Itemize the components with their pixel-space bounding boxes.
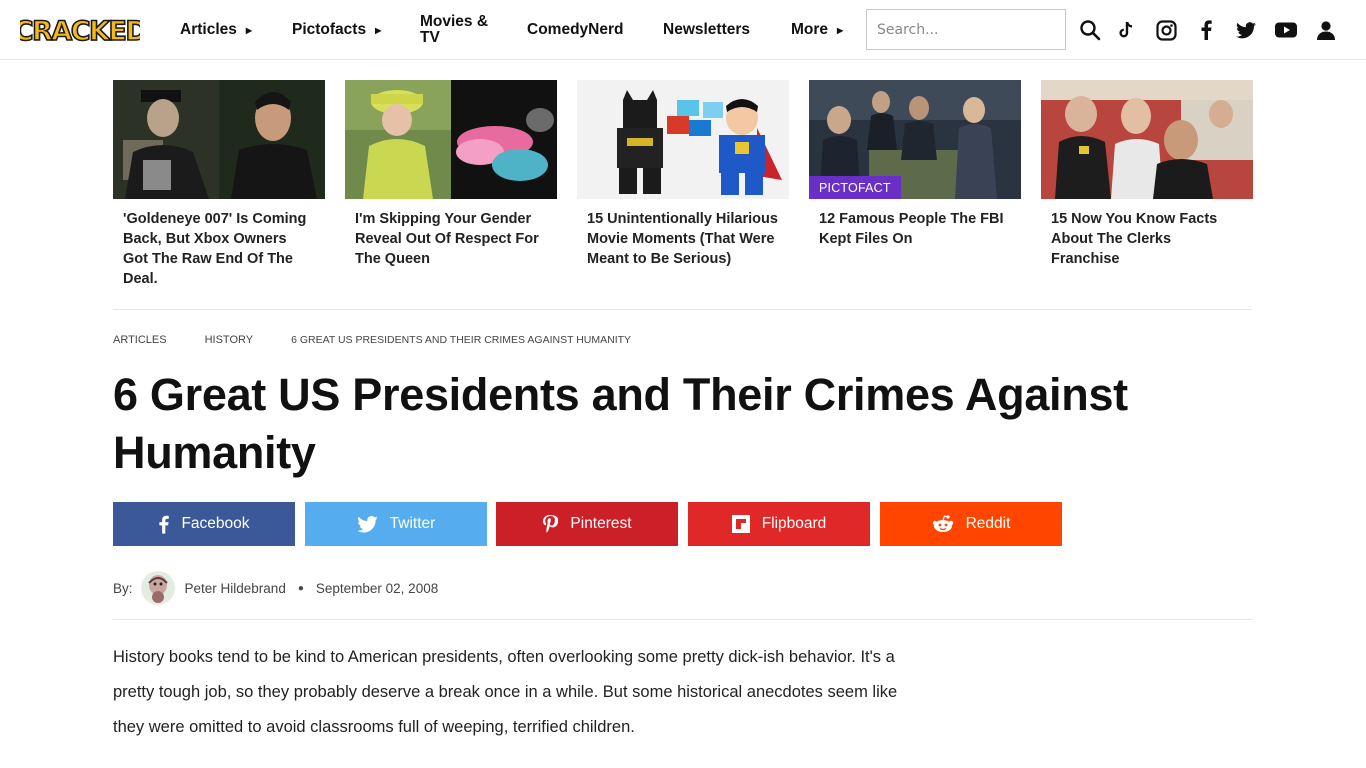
trending-card[interactable]: PICTOFACT 12 Famous People The FBI Kept … bbox=[809, 80, 1021, 249]
user-icon[interactable] bbox=[1314, 18, 1338, 42]
instagram-icon[interactable] bbox=[1154, 18, 1178, 42]
byline: By: Peter Hildebrand ● September 02, 200… bbox=[113, 570, 438, 606]
card-title[interactable]: I'm Skipping Your Gender Reveal Out Of R… bbox=[345, 199, 557, 269]
site-header: CRACKED Articles ▶ Pictofacts ▶ Movies & T… bbox=[0, 0, 1366, 60]
card-thumbnail-image bbox=[1041, 80, 1253, 199]
author-avatar[interactable] bbox=[140, 571, 175, 605]
nav-label: Articles bbox=[180, 21, 237, 38]
trending-card[interactable]: 15 Unintentionally Hilarious Movie Momen… bbox=[577, 80, 789, 269]
facebook-icon[interactable] bbox=[1194, 18, 1218, 42]
nav-movies-tv[interactable]: Movies & TV bbox=[420, 0, 492, 60]
youtube-icon[interactable] bbox=[1274, 18, 1298, 42]
nav-label: ComedyNerd bbox=[527, 21, 624, 38]
nav-label: Newsletters bbox=[663, 21, 751, 38]
twitter-icon[interactable] bbox=[1234, 18, 1258, 42]
reddit-icon bbox=[932, 515, 954, 533]
nav-label: Movies & TV bbox=[420, 13, 489, 46]
caret-right-icon: ▶ bbox=[375, 25, 382, 35]
nav-pictofacts[interactable]: Pictofacts ▶ bbox=[292, 0, 381, 60]
breadcrumb-articles[interactable]: ARTICLES bbox=[113, 334, 167, 346]
search-input[interactable] bbox=[866, 9, 1066, 50]
nav-comedynerd[interactable]: ComedyNerd bbox=[527, 0, 623, 60]
publish-date: September 02, 2008 bbox=[315, 580, 439, 596]
author-name[interactable]: Peter Hildebrand bbox=[185, 581, 286, 596]
trending-card[interactable]: 'Goldeneye 007' Is Coming Back, But Xbox… bbox=[113, 80, 325, 289]
share-label: Pinterest bbox=[570, 515, 632, 532]
share-facebook-button[interactable]: Facebook bbox=[113, 502, 295, 546]
divider bbox=[113, 619, 1252, 620]
share-reddit-button[interactable]: Reddit bbox=[880, 502, 1062, 546]
cracked-logo[interactable]: CRACKED bbox=[20, 12, 140, 46]
share-twitter-button[interactable]: Twitter bbox=[305, 502, 487, 546]
nav-label: Pictofacts bbox=[292, 21, 367, 38]
card-thumbnail-image bbox=[113, 80, 325, 199]
page-title: 6 Great US Presidents and Their Crimes A… bbox=[113, 369, 1128, 478]
share-label: Facebook bbox=[181, 515, 250, 532]
card-thumbnail-image bbox=[345, 80, 557, 199]
share-label: Twitter bbox=[389, 515, 436, 532]
share-label: Flipboard bbox=[761, 515, 827, 532]
caret-right-icon: ▶ bbox=[837, 25, 844, 35]
card-title[interactable]: 'Goldeneye 007' Is Coming Back, But Xbox… bbox=[113, 199, 325, 289]
share-flipboard-button[interactable]: Flipboard bbox=[688, 502, 870, 546]
svg-text:CRACKED: CRACKED bbox=[20, 16, 140, 46]
pinterest-icon bbox=[542, 514, 559, 534]
breadcrumb-current: 6 GREAT US PRESIDENTS AND THEIR CRIMES A… bbox=[291, 334, 632, 346]
twitter-icon bbox=[356, 515, 378, 533]
nav-more[interactable]: More ▶ bbox=[791, 0, 843, 60]
share-pinterest-button[interactable]: Pinterest bbox=[496, 502, 678, 546]
share-label: Reddit bbox=[965, 515, 1011, 532]
caret-right-icon: ▶ bbox=[245, 25, 253, 35]
divider bbox=[113, 309, 1252, 310]
cracked-logo-graphic: CRACKED bbox=[20, 15, 140, 46]
trending-card[interactable]: 15 Now You Know Facts About The Clerks F… bbox=[1041, 80, 1253, 269]
nav-articles[interactable]: Articles ▶ bbox=[180, 0, 252, 60]
facebook-icon bbox=[158, 515, 170, 534]
card-thumbnail-image bbox=[577, 80, 789, 199]
nav-newsletters[interactable]: Newsletters bbox=[663, 0, 750, 60]
nav-label: More bbox=[791, 21, 829, 38]
flipboard-icon bbox=[731, 515, 750, 533]
card-title[interactable]: 15 Unintentionally Hilarious Movie Momen… bbox=[577, 199, 789, 269]
breadcrumb-history[interactable]: HISTORY bbox=[205, 334, 254, 346]
breadcrumb: ARTICLES HISTORY 6 GREAT US PRESIDENTS A… bbox=[113, 333, 631, 347]
tiktok-icon[interactable] bbox=[1114, 18, 1138, 42]
search-icon[interactable] bbox=[1078, 18, 1102, 42]
byline-prefix: By: bbox=[113, 580, 133, 596]
card-title[interactable]: 12 Famous People The FBI Kept Files On bbox=[809, 199, 1021, 249]
pictofact-badge: PICTOFACT bbox=[809, 176, 901, 199]
article-intro: History books tend to be kind to America… bbox=[113, 648, 898, 736]
separator-dot: ● bbox=[297, 582, 304, 594]
card-title[interactable]: 15 Now You Know Facts About The Clerks F… bbox=[1041, 199, 1253, 269]
trending-card[interactable]: I'm Skipping Your Gender Reveal Out Of R… bbox=[345, 80, 557, 269]
card-thumbnail-image: PICTOFACT bbox=[809, 80, 1021, 199]
